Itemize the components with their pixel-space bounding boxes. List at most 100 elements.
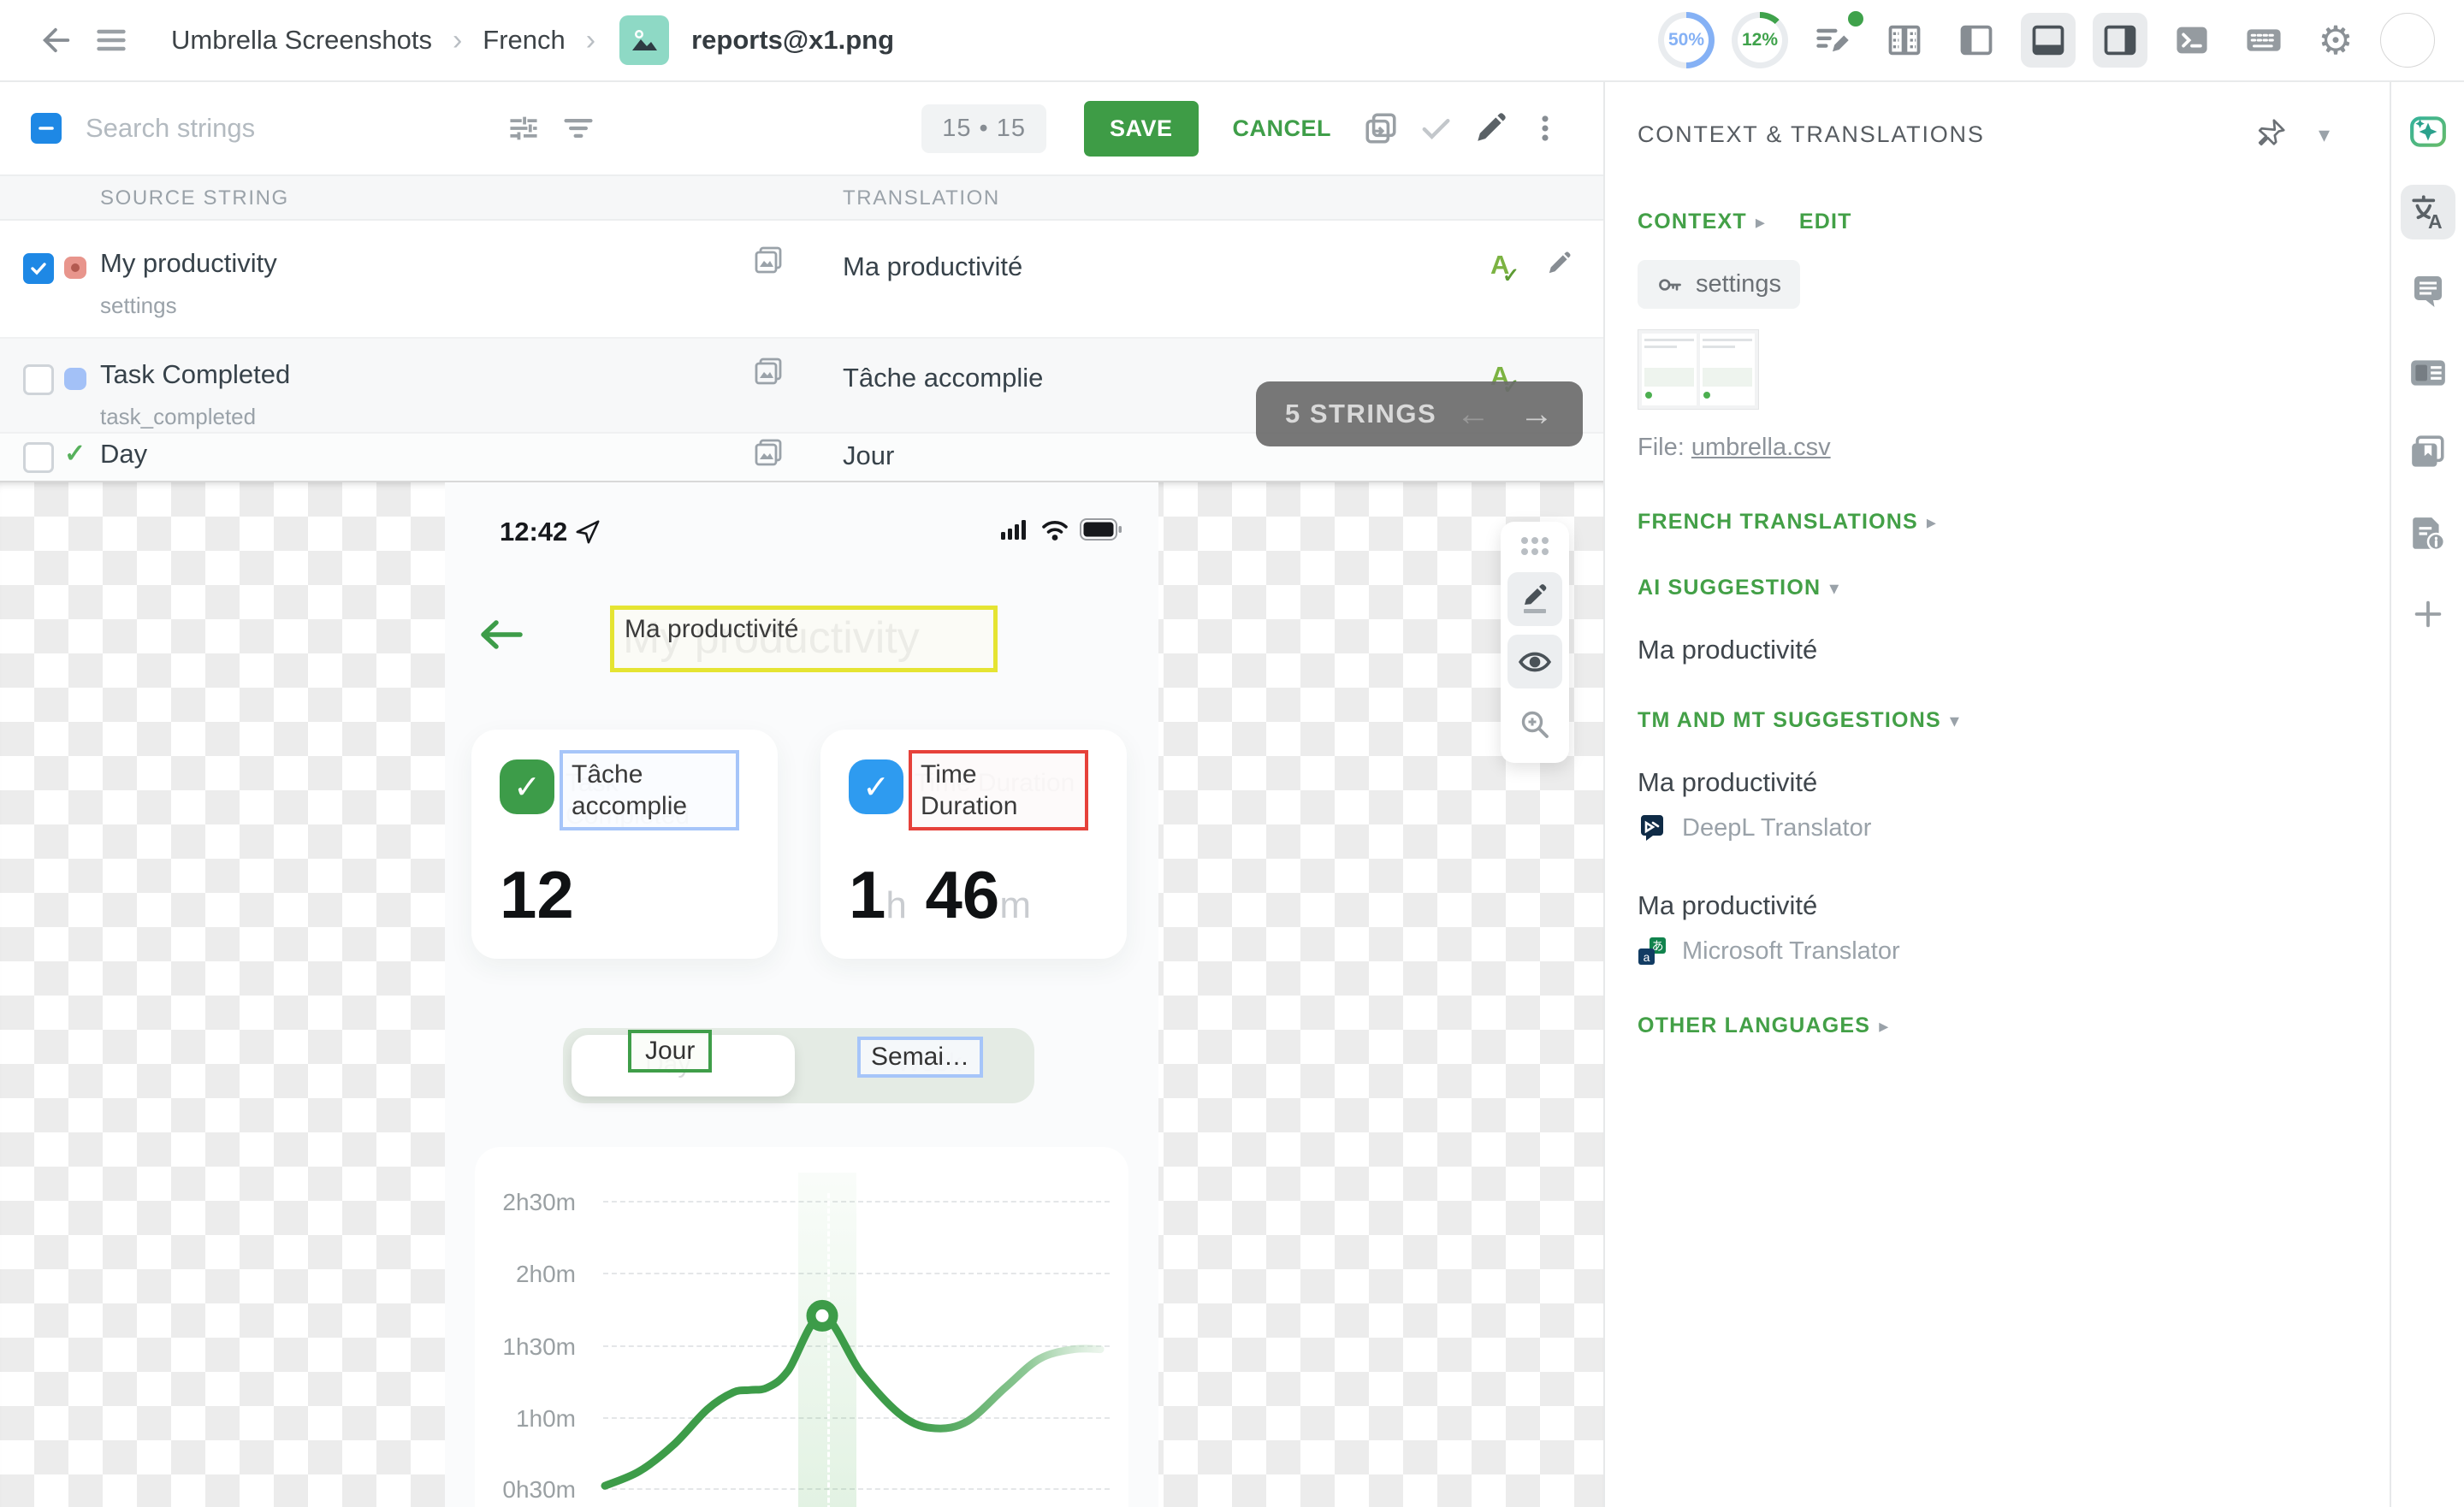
hours-unit: h — [886, 884, 906, 926]
collapse-panel-icon[interactable]: ▾ — [2319, 121, 2330, 148]
multilingual-view-button[interactable] — [1877, 13, 1932, 68]
toggle-right-panel-button[interactable] — [2093, 13, 2147, 68]
context-thumbnail[interactable] — [1638, 329, 1759, 410]
article-card-icon — [2408, 353, 2448, 393]
period-segmented-control: Day Jour Week Semai… — [563, 1028, 1034, 1103]
plus-icon — [2410, 596, 2446, 632]
string-counter: 15 • 15 — [921, 104, 1046, 153]
translation-string[interactable]: Ma productivité — [843, 251, 1022, 282]
row-checkbox[interactable] — [23, 364, 54, 395]
panel-right-icon — [2101, 21, 2139, 59]
cancel-button[interactable]: CANCEL — [1233, 115, 1332, 142]
duration-card: ✓ Time Duration Time Duration 1h 46m — [820, 730, 1127, 959]
console-button[interactable] — [2165, 13, 2219, 68]
screenshots-tab[interactable] — [2401, 426, 2455, 481]
tasks-button[interactable] — [1805, 13, 1860, 68]
toggle-bottom-panel-button[interactable] — [2021, 13, 2076, 68]
source-progress-ring[interactable]: 50% — [1658, 12, 1715, 68]
file-link[interactable]: umbrella.csv — [1691, 434, 1831, 461]
settings-button[interactable]: ⚙ — [2308, 13, 2363, 68]
tm-suggestion-text[interactable]: Ma productivité — [1638, 890, 2390, 921]
edit-context-link[interactable]: EDIT — [1799, 210, 1852, 234]
day-tab-highlight-box[interactable]: Jour — [628, 1030, 712, 1073]
preview-tool-button[interactable] — [1507, 635, 1562, 688]
zoom-tool-button[interactable] — [1507, 697, 1562, 751]
screenshot-attached-icon[interactable] — [753, 437, 784, 472]
draw-tool-button[interactable] — [1507, 572, 1562, 626]
section-other-languages[interactable]: OTHER LANGUAGES — [1638, 1014, 1870, 1038]
pin-panel-icon[interactable] — [2255, 116, 2288, 153]
translations-tab[interactable]: A — [2401, 185, 2455, 239]
user-avatar[interactable] — [2380, 13, 2435, 68]
table-row[interactable]: My productivity settings Ma productivité… — [0, 221, 1603, 339]
label-highlight-box[interactable]: Tâche accomplie — [560, 750, 739, 830]
breadcrumb-project[interactable]: Umbrella Screenshots — [171, 25, 432, 56]
menu-button[interactable] — [84, 13, 139, 68]
check-icon — [29, 259, 48, 278]
next-string-button[interactable]: → — [1519, 395, 1554, 434]
notification-dot — [1845, 8, 1867, 30]
string-key-tag[interactable]: settings — [1638, 260, 1800, 309]
phone-screenshot: 12:42 My productivity Ma productivité — [445, 482, 1158, 1507]
tm-suggestion-text[interactable]: Ma productivité — [1638, 767, 2390, 798]
deepl-icon — [1638, 813, 1667, 842]
back-button[interactable] — [29, 13, 84, 68]
ai-suggestion-text[interactable]: Ma productivité — [1638, 635, 2390, 665]
duplicate-button[interactable] — [1353, 101, 1408, 156]
filter-button[interactable] — [551, 101, 606, 156]
row-checkbox[interactable] — [23, 442, 54, 473]
eye-icon — [1517, 644, 1553, 680]
add-tab-button[interactable] — [2401, 587, 2455, 641]
breadcrumb-language[interactable]: French — [483, 25, 565, 56]
breadcrumb-file[interactable]: reports@x1.png — [691, 25, 894, 56]
main-layout: 15 • 15 SAVE CANCEL SOURCE STRING TRANSL… — [0, 82, 2464, 1507]
strings-pager-overlay: 5 STRINGS ← → — [1256, 381, 1583, 446]
section-french-translations[interactable]: FRENCH TRANSLATIONS — [1638, 510, 1918, 535]
source-string[interactable]: My productivity — [100, 248, 277, 279]
screenshot-file-icon — [619, 15, 669, 65]
translated-label-text: Tâche accomplie — [572, 760, 687, 820]
ai-assistant-tab[interactable] — [2401, 104, 2455, 159]
context-section-link[interactable]: CONTEXT — [1638, 210, 1747, 234]
edit-translation-icon[interactable] — [1545, 250, 1573, 281]
drag-handle-icon[interactable] — [1517, 534, 1553, 564]
string-key: task_completed — [100, 404, 256, 430]
svg-text:A: A — [2428, 210, 2443, 232]
key-icon — [1656, 271, 1684, 298]
save-button[interactable]: SAVE — [1084, 101, 1199, 157]
week-tab-highlight-box[interactable]: Semai… — [857, 1037, 983, 1078]
details-tab[interactable] — [2401, 346, 2455, 400]
screenshot-attached-icon[interactable] — [753, 356, 784, 391]
section-ai-suggestion[interactable]: AI SUGGESTION — [1638, 576, 1821, 600]
string-info-tab[interactable] — [2401, 506, 2455, 561]
label-highlight-box[interactable]: Time Duration — [909, 750, 1088, 830]
section-tm-mt-suggestions[interactable]: TM AND MT SUGGESTIONS — [1638, 708, 1941, 733]
select-all-checkbox[interactable] — [31, 113, 62, 144]
more-options-button[interactable] — [1518, 101, 1573, 156]
translated-tab-text: Jour — [645, 1037, 695, 1065]
phone-back-arrow — [479, 618, 524, 656]
title-highlight-box[interactable]: Ma productivité — [610, 606, 998, 672]
strings-panel: 15 • 15 SAVE CANCEL SOURCE STRING TRANSL… — [0, 82, 1603, 1507]
toggle-left-panel-button[interactable] — [1949, 13, 2004, 68]
translation-string[interactable]: Jour — [843, 440, 894, 471]
screenshot-attached-icon[interactable] — [753, 245, 784, 280]
verify-button[interactable] — [1408, 101, 1463, 156]
chart-point-marker[interactable] — [811, 1304, 833, 1327]
source-string[interactable]: Day — [100, 439, 147, 470]
previous-string-button[interactable]: ← — [1456, 395, 1490, 434]
advanced-filter-button[interactable] — [496, 101, 551, 156]
edit-mode-button[interactable] — [1463, 101, 1518, 156]
source-string[interactable]: Task Completed — [100, 359, 290, 390]
context-file-line: File: umbrella.csv — [1638, 434, 2390, 462]
translation-progress-ring[interactable]: 12% — [1732, 12, 1788, 68]
row-checkbox-checked[interactable] — [23, 253, 54, 284]
translation-string[interactable]: Tâche accomplie — [843, 363, 1043, 393]
comments-tab[interactable] — [2401, 265, 2455, 320]
screenshot-canvas[interactable]: 12:42 My productivity Ma productivité — [0, 481, 1603, 1507]
right-rail: A — [2390, 82, 2464, 1507]
search-input[interactable] — [86, 113, 445, 144]
column-source: SOURCE STRING — [100, 186, 289, 210]
shortcuts-button[interactable] — [2236, 13, 2291, 68]
microsoft-translator-icon: あa — [1638, 937, 1667, 966]
